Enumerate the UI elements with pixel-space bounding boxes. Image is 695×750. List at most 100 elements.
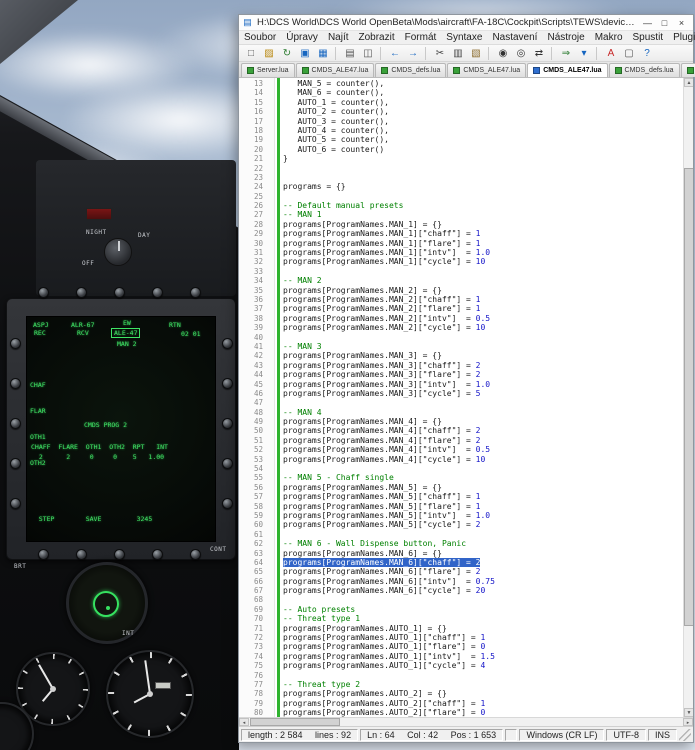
menu-item-spustit[interactable]: Spustit <box>628 32 669 43</box>
code-line-36[interactable]: 36 programs[ProgramNames.MAN_2]["chaff"] … <box>239 295 683 304</box>
maximize-button[interactable]: □ <box>656 18 673 28</box>
code-line-25[interactable]: 25 <box>239 192 683 201</box>
tab-cmds_ale47.lua[interactable]: CMDS_ALE47.lua <box>295 63 375 77</box>
mfd-bezel-button[interactable] <box>10 458 21 469</box>
mfd-bezel-button[interactable] <box>190 549 201 560</box>
mfd-bezel-button[interactable] <box>222 498 233 509</box>
code-line-32[interactable]: 32 programs[ProgramNames.MAN_1]["cycle"] … <box>239 257 683 266</box>
code-line-58[interactable]: 58 programs[ProgramNames.MAN_5]["flare"] … <box>239 502 683 511</box>
menu-item-formt[interactable]: Formát <box>400 32 442 43</box>
code-line-15[interactable]: 15 AUTO_1 = counter(), <box>239 98 683 107</box>
mfd-bezel-button[interactable] <box>114 549 125 560</box>
code-line-22[interactable]: 22 <box>239 164 683 173</box>
code-line-49[interactable]: 49 programs[ProgramNames.MAN_4] = {} <box>239 417 683 426</box>
scroll-right-button[interactable]: ▸ <box>683 718 693 726</box>
code-line-74[interactable]: 74 programs[ProgramNames.AUTO_1]["intv"] … <box>239 652 683 661</box>
code-line-44[interactable]: 44 programs[ProgramNames.MAN_3]["flare"] … <box>239 370 683 379</box>
vertical-scrollbar[interactable]: ▲ ▼ <box>683 78 693 717</box>
code-line-61[interactable]: 61 <box>239 530 683 539</box>
minimize-button[interactable]: — <box>639 18 656 28</box>
toolbar-help-icon[interactable]: ? <box>638 46 656 61</box>
toolbar-syntax-icon[interactable]: A <box>602 46 620 61</box>
code-line-52[interactable]: 52 programs[ProgramNames.MAN_4]["intv"] =… <box>239 445 683 454</box>
mfd-bezel-button[interactable] <box>76 549 87 560</box>
mfd-bezel-button[interactable] <box>222 458 233 469</box>
mfd-bezel-button[interactable] <box>152 287 163 298</box>
night-day-knob[interactable] <box>104 238 132 266</box>
code-line-78[interactable]: 78 programs[ProgramNames.AUTO_2] = {} <box>239 689 683 698</box>
mfd-bezel-button[interactable] <box>38 549 49 560</box>
mfd-bezel-button[interactable] <box>10 338 21 349</box>
toolbar-new-file-icon[interactable]: □ <box>242 46 260 61</box>
mfd-bezel-button[interactable] <box>10 498 21 509</box>
code-line-23[interactable]: 23 <box>239 173 683 182</box>
code-line-60[interactable]: 60 programs[ProgramNames.MAN_5]["cycle"] … <box>239 520 683 529</box>
code-line-26[interactable]: 26 -- Default manual presets <box>239 201 683 210</box>
toolbar-fullscreen-icon[interactable]: ▢ <box>620 46 638 61</box>
code-line-69[interactable]: 69 -- Auto presets <box>239 605 683 614</box>
code-line-42[interactable]: 42 programs[ProgramNames.MAN_3] = {} <box>239 351 683 360</box>
scroll-down-button[interactable]: ▼ <box>684 708 693 717</box>
code-line-71[interactable]: 71 programs[ProgramNames.AUTO_1] = {} <box>239 624 683 633</box>
scroll-left-button[interactable]: ◂ <box>239 718 249 726</box>
code-line-75[interactable]: 75 programs[ProgramNames.AUTO_1]["cycle"]… <box>239 661 683 670</box>
toolbar-find-icon[interactable]: ◉ <box>494 46 512 61</box>
code-line-76[interactable]: 76 <box>239 671 683 680</box>
mfd-bezel-button[interactable] <box>222 418 233 429</box>
tab-server.lua[interactable]: Server.lua <box>241 63 295 77</box>
toolbar-bookmark-icon[interactable]: ▾ <box>575 46 593 61</box>
menu-item-zobrazit[interactable]: Zobrazit <box>354 32 400 43</box>
code-line-56[interactable]: 56 programs[ProgramNames.MAN_5] = {} <box>239 483 683 492</box>
mfd-bezel-button[interactable] <box>76 287 87 298</box>
toolbar-print-icon[interactable]: ▤ <box>341 46 359 61</box>
code-line-33[interactable]: 33 <box>239 267 683 276</box>
toolbar-paste-icon[interactable]: ▧ <box>467 46 485 61</box>
menu-item-nstroje[interactable]: Nástroje <box>542 32 589 43</box>
code-line-28[interactable]: 28 programs[ProgramNames.MAN_1] = {} <box>239 220 683 229</box>
code-line-14[interactable]: 14 MAN_6 = counter(), <box>239 88 683 97</box>
code-line-80[interactable]: 80 programs[ProgramNames.AUTO_2]["flare"]… <box>239 708 683 717</box>
code-line-30[interactable]: 30 programs[ProgramNames.MAN_1]["flare"] … <box>239 239 683 248</box>
menu-item-syntaxe[interactable]: Syntaxe <box>441 32 487 43</box>
code-line-59[interactable]: 59 programs[ProgramNames.MAN_5]["intv"] =… <box>239 511 683 520</box>
code-line-68[interactable]: 68 <box>239 595 683 604</box>
vertical-scroll-thumb[interactable] <box>684 168 693 626</box>
code-line-50[interactable]: 50 programs[ProgramNames.MAN_4]["chaff"] … <box>239 426 683 435</box>
code-line-19[interactable]: 19 AUTO_5 = counter(), <box>239 135 683 144</box>
toolbar-save-all-icon[interactable]: ▦ <box>314 46 332 61</box>
toolbar-save-icon[interactable]: ▣ <box>296 46 314 61</box>
toolbar-goto-line-icon[interactable]: ⇒ <box>557 46 575 61</box>
code-line-43[interactable]: 43 programs[ProgramNames.MAN_3]["chaff"] … <box>239 361 683 370</box>
code-line-66[interactable]: 66 programs[ProgramNames.MAN_6]["intv"] =… <box>239 577 683 586</box>
mfd-bezel-button[interactable] <box>222 338 233 349</box>
title-bar[interactable]: ▤ H:\DCS World\DCS World OpenBeta\Mods\a… <box>239 15 693 31</box>
code-line-54[interactable]: 54 <box>239 464 683 473</box>
resize-grip[interactable] <box>679 728 691 741</box>
tab-cmds_defs.lua[interactable]: CMDS_defs.lua <box>608 63 680 77</box>
code-line-40[interactable]: 40 <box>239 333 683 342</box>
mfd-bezel-button[interactable] <box>38 287 49 298</box>
toolbar-redo-icon[interactable]: → <box>404 46 422 61</box>
code-line-27[interactable]: 27 -- MAN 1 <box>239 210 683 219</box>
code-line-38[interactable]: 38 programs[ProgramNames.MAN_2]["intv"] =… <box>239 314 683 323</box>
code-line-41[interactable]: 41 -- MAN 3 <box>239 342 683 351</box>
code-line-46[interactable]: 46 programs[ProgramNames.MAN_3]["cycle"] … <box>239 389 683 398</box>
code-line-57[interactable]: 57 programs[ProgramNames.MAN_5]["chaff"] … <box>239 492 683 501</box>
toolbar-replace-icon[interactable]: ⇄ <box>530 46 548 61</box>
code-line-67[interactable]: 67 programs[ProgramNames.MAN_6]["cycle"] … <box>239 586 683 595</box>
code-line-39[interactable]: 39 programs[ProgramNames.MAN_2]["cycle"] … <box>239 323 683 332</box>
menu-item-najt[interactable]: Najít <box>323 32 354 43</box>
toolbar-open-folder-icon[interactable]: ▨ <box>260 46 278 61</box>
code-line-55[interactable]: 55 -- MAN 5 - Chaff single <box>239 473 683 482</box>
menu-item-nastaven[interactable]: Nastavení <box>487 32 542 43</box>
menu-item-pluginy[interactable]: Pluginy <box>668 32 695 43</box>
menu-item-soubor[interactable]: Soubor <box>239 32 281 43</box>
toolbar-undo-icon[interactable]: ← <box>386 46 404 61</box>
tab-cmds_ale47.lua[interactable]: CMDS_ALE47.lua <box>527 63 608 77</box>
horizontal-scroll-thumb[interactable] <box>250 718 340 726</box>
mfd-bezel-button[interactable] <box>190 287 201 298</box>
mfd-bezel-button[interactable] <box>222 378 233 389</box>
mfd-bezel-button[interactable] <box>152 549 163 560</box>
code-line-77[interactable]: 77 -- Threat type 2 <box>239 680 683 689</box>
toolbar-print-preview-icon[interactable]: ◫ <box>359 46 377 61</box>
